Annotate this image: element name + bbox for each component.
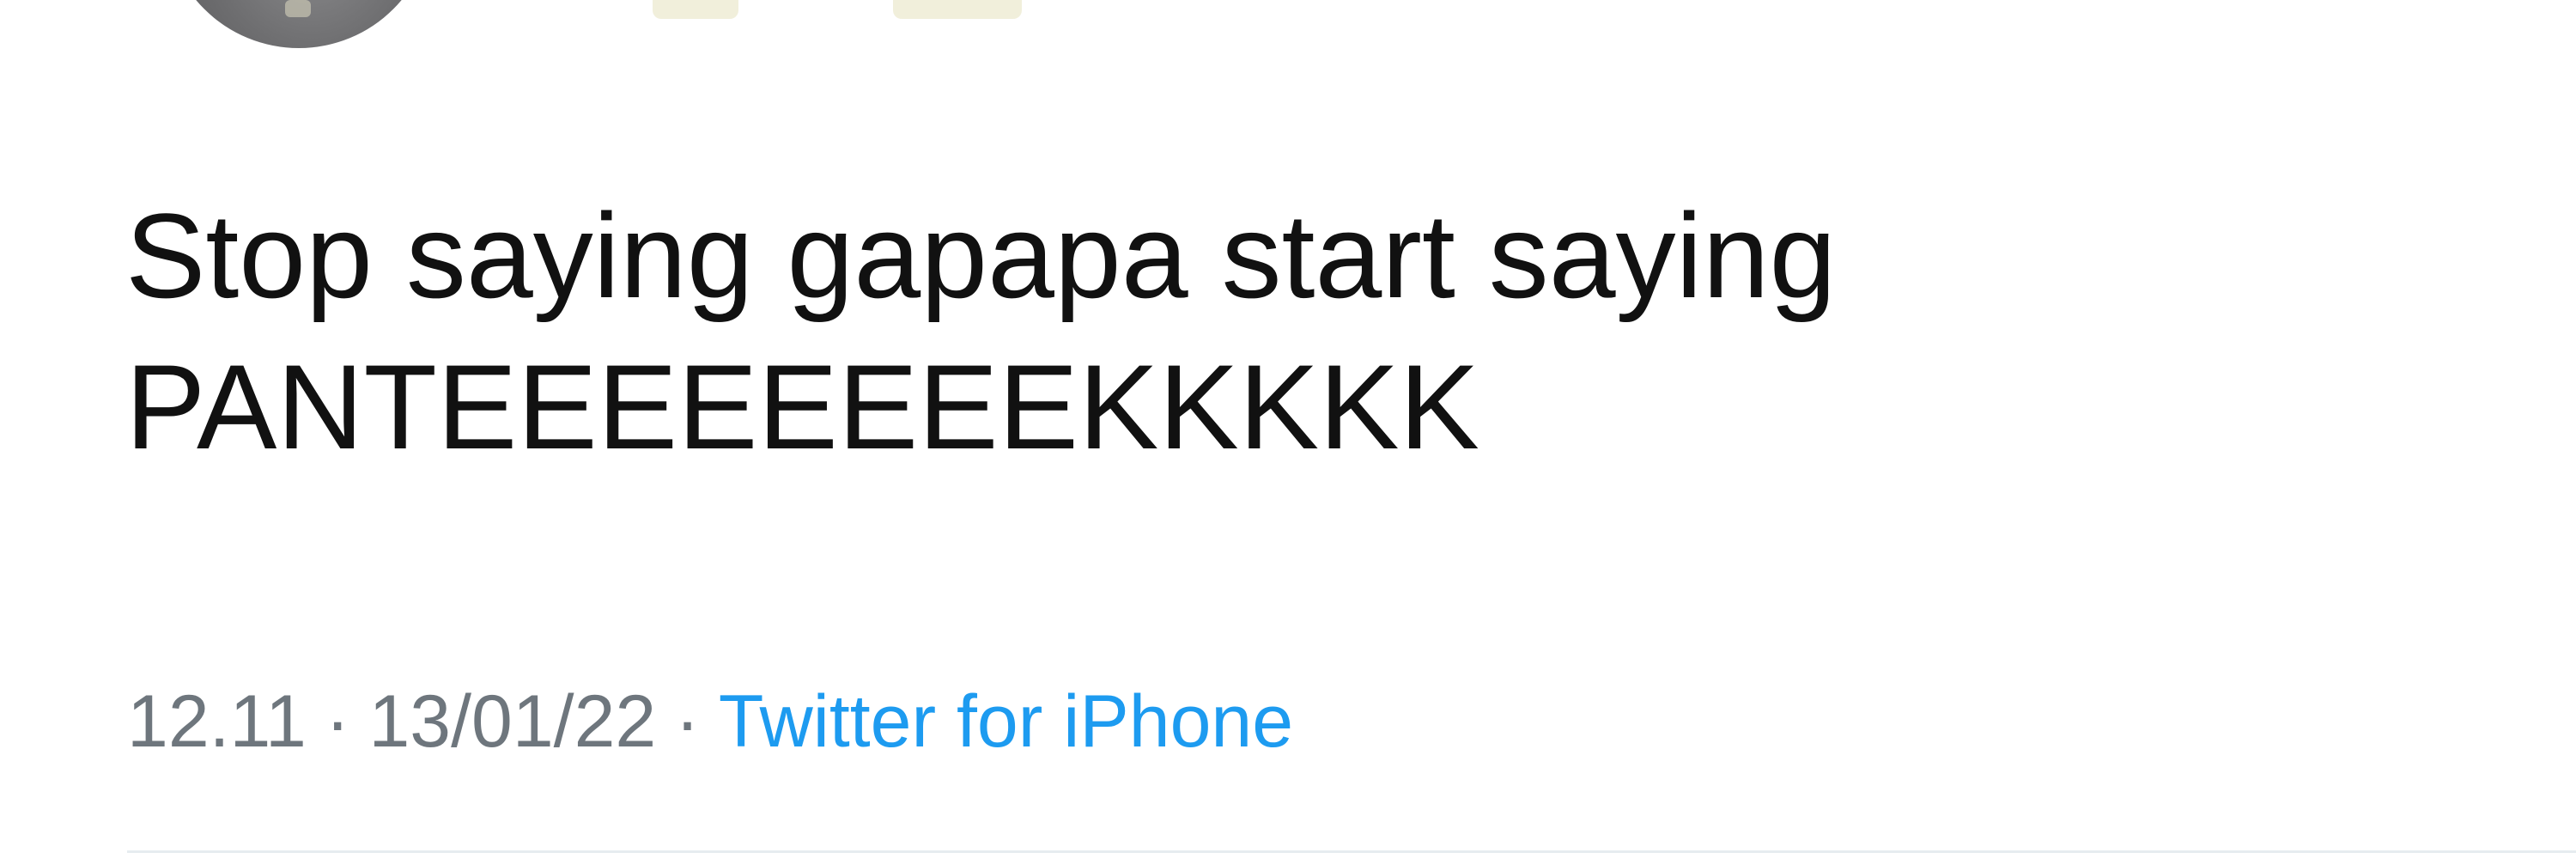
tweet-text-line: PANTEEEEEEEEKKKKK [125,339,1479,474]
tweet-text-line: Stop saying gapapa start saying [125,188,1837,323]
tweet-card: Stop saying gapapa start saying PANTEEEE… [0,0,2576,859]
author-handle-fragment [893,0,1022,19]
tweet-date[interactable]: 13/01/22 [368,680,656,763]
tweet-source-link[interactable]: Twitter for iPhone [719,680,1293,763]
tweet-time[interactable]: 12.11 [127,680,307,763]
avatar-image-detail [285,0,311,17]
tweet-text: Stop saying gapapa start saying PANTEEEE… [125,180,2358,483]
tweet-metadata: 12.11 · 13/01/22 · Twitter for iPhone [127,679,1293,765]
author-name-fragment [653,0,738,19]
meta-separator: · [675,680,700,763]
divider [127,850,2576,853]
avatar[interactable] [165,0,433,48]
meta-separator: · [325,680,350,763]
